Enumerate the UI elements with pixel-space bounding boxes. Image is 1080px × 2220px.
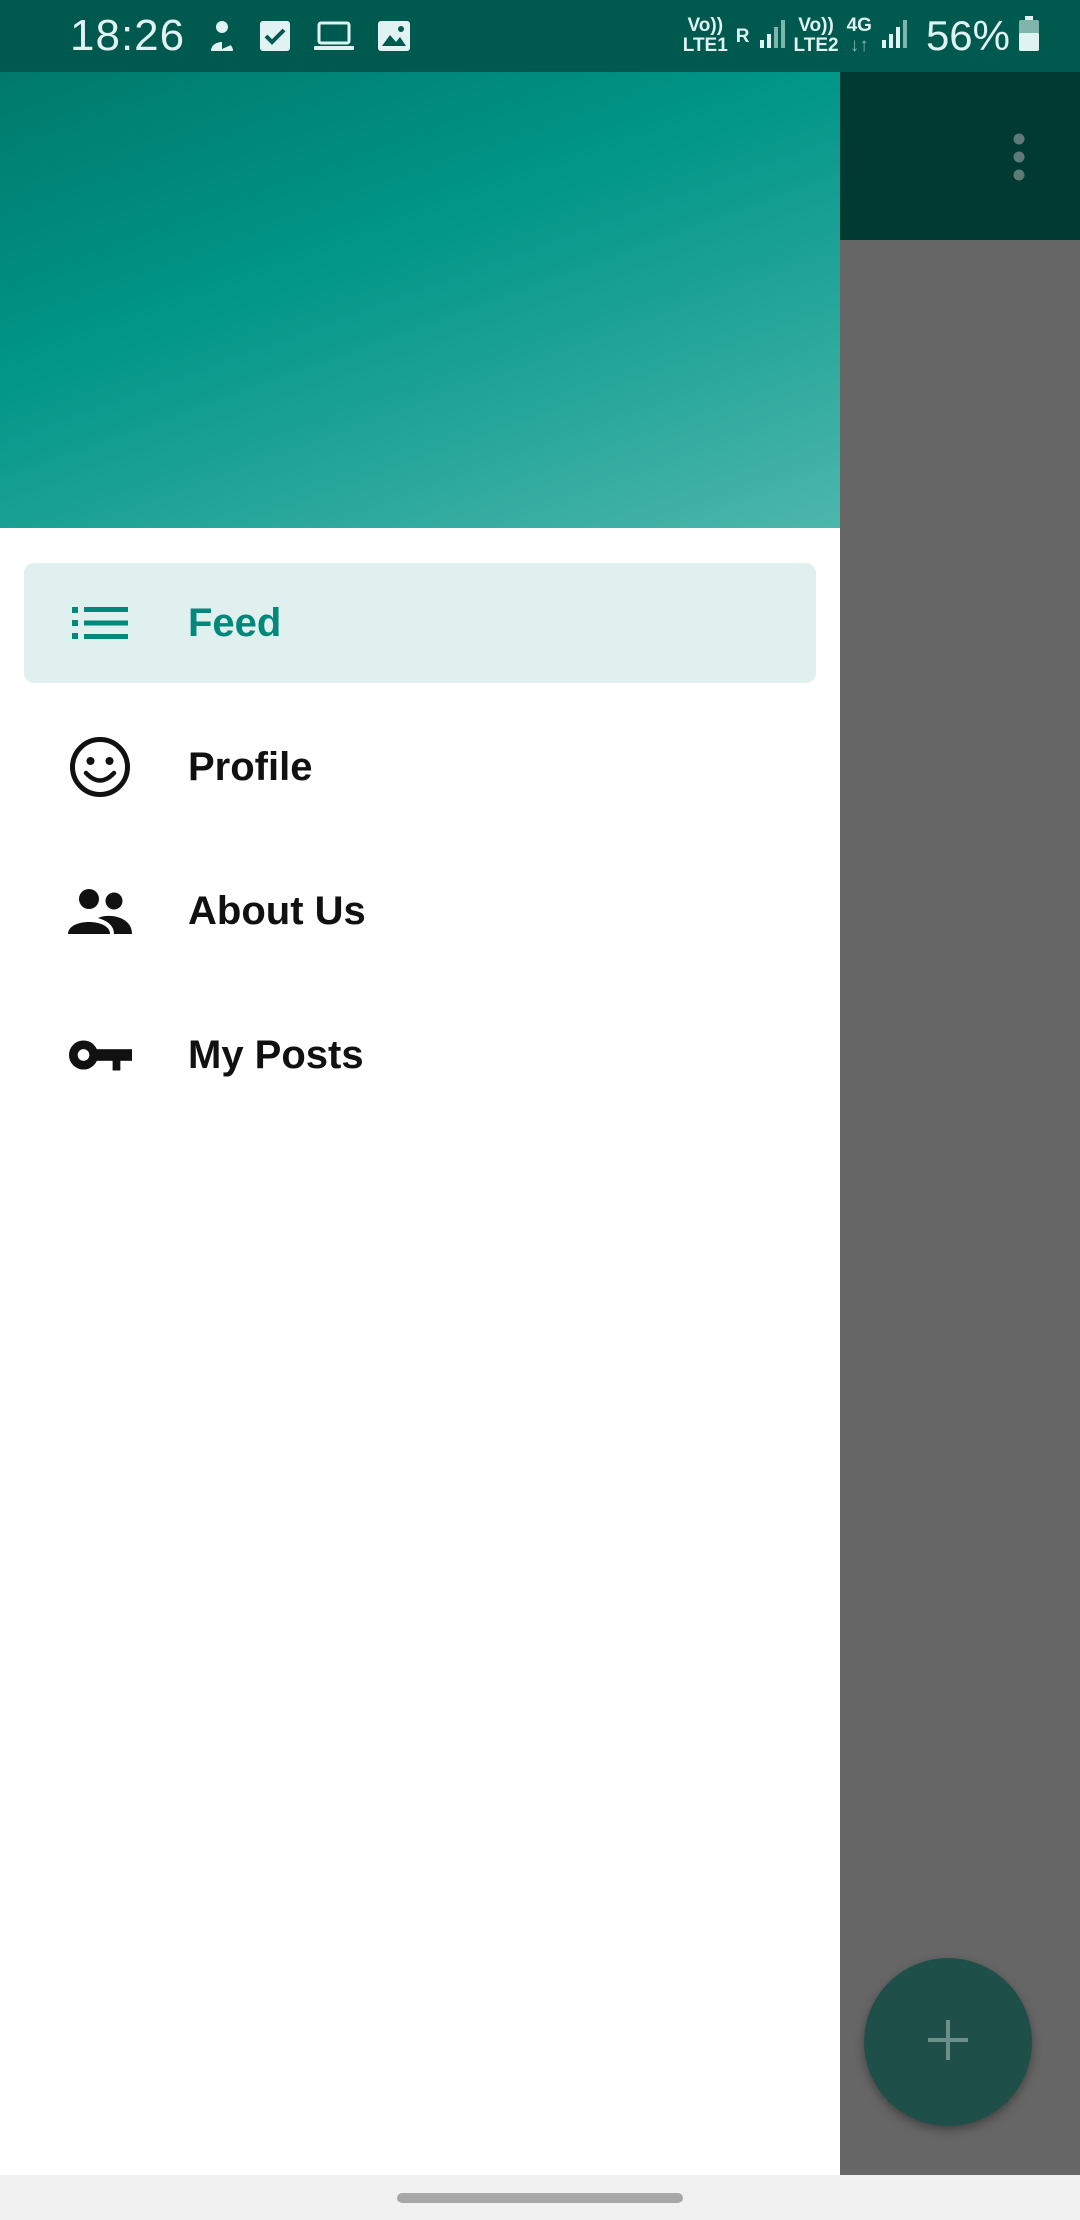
status-time: 18:26: [70, 11, 186, 60]
navigation-drawer: Feed Profile About Us My Posts: [0, 72, 840, 2175]
checkbox-icon: [259, 20, 291, 52]
sim1-indicator: Vo)) LTE1: [683, 16, 728, 56]
drawer-item-my-posts[interactable]: My Posts: [24, 995, 816, 1115]
people-icon: [68, 879, 132, 943]
pie-person-icon: [207, 19, 237, 53]
drawer-item-label: About Us: [188, 888, 366, 933]
home-gesture-handle[interactable]: [397, 2193, 683, 2203]
roaming-indicator: R: [735, 26, 750, 47]
smiley-icon: [68, 735, 132, 799]
sim1-network: LTE1: [682, 35, 728, 56]
drawer-header: [0, 72, 840, 528]
status-bar: 18:26 Vo)) LTE1 R Vo)) LTE2 4G ↓↑ 56%: [0, 0, 1080, 72]
signal-sim1-icon: [758, 18, 786, 55]
drawer-item-label: Feed: [188, 600, 282, 645]
add-post-button[interactable]: [864, 1958, 1032, 2126]
key-icon: [68, 1023, 132, 1087]
data-indicator: 4G ↓↑: [847, 16, 872, 56]
signal-sim2-icon: [880, 18, 908, 55]
drawer-item-about-us[interactable]: About Us: [24, 851, 816, 971]
drawer-item-label: Profile: [188, 744, 313, 789]
drawer-scrim[interactable]: [840, 240, 1080, 2175]
sim2-network: LTE2: [793, 35, 839, 56]
battery-icon: [1018, 15, 1040, 57]
sim2-indicator: Vo)) LTE2: [794, 16, 839, 56]
battery-percent: 56%: [925, 12, 1010, 59]
more-vert-icon[interactable]: [1012, 132, 1026, 187]
image-icon: [377, 20, 411, 52]
sim1-volte: Vo)): [687, 15, 724, 36]
sim2-volte: Vo)): [798, 15, 834, 36]
gesture-navigation-bar: [0, 2175, 1080, 2220]
plus-icon: [926, 2018, 970, 2067]
network-type: 4G: [846, 15, 872, 36]
drawer-item-label: My Posts: [188, 1032, 364, 1077]
data-arrows-icon: ↓↑: [849, 35, 869, 56]
app-toolbar: [840, 72, 1080, 240]
drawer-item-feed[interactable]: Feed: [24, 563, 816, 683]
drawer-menu: Feed Profile About Us My Posts: [0, 528, 840, 1115]
status-notification-icons: [207, 19, 411, 53]
drawer-item-profile[interactable]: Profile: [24, 707, 816, 827]
status-system-icons: Vo)) LTE1 R Vo)) LTE2 4G ↓↑ 56%: [683, 12, 1040, 60]
list-icon: [68, 591, 132, 655]
laptop-icon: [313, 21, 355, 51]
